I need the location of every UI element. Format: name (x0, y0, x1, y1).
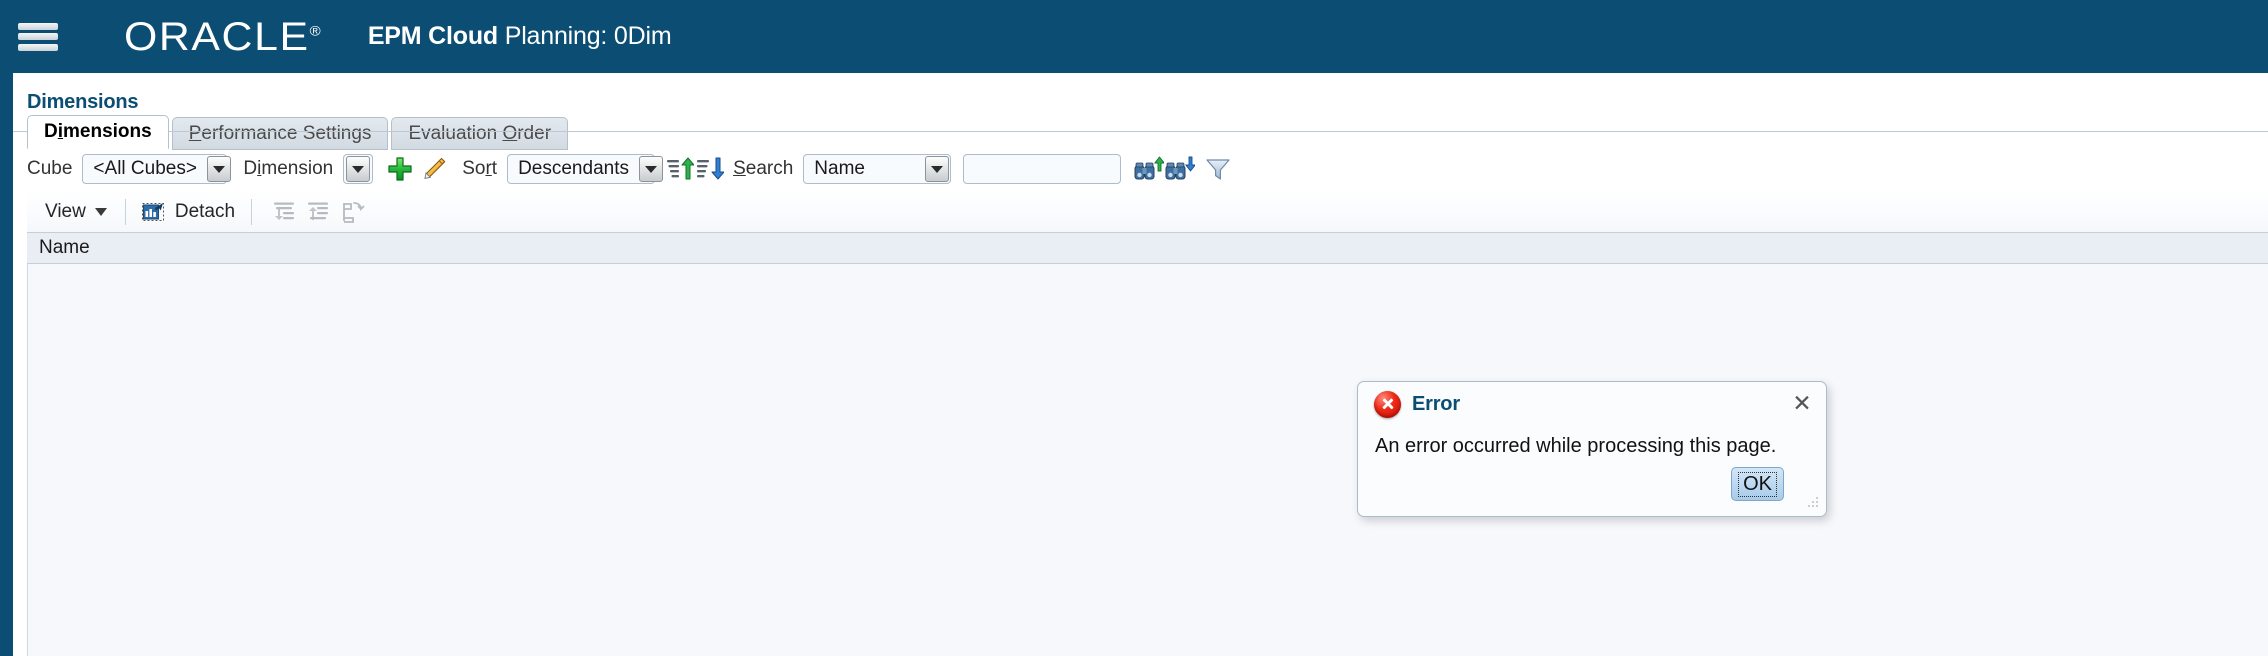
edit-pencil-icon[interactable] (420, 155, 448, 183)
registered-trademark-icon: ® (309, 22, 321, 39)
dialog-title: Error (1412, 392, 1460, 415)
filter-funnel-icon[interactable] (1204, 155, 1232, 183)
toolbar-separator (251, 198, 253, 225)
app-title: EPM Cloud Planning: 0Dim (368, 22, 672, 51)
tab-evaluation-order-label: Evaluation Order (408, 122, 552, 144)
filter-toolbar: Cube <All Cubes> Dimension Sort Descenda… (27, 149, 1232, 189)
global-header: ORACLE® EPM Cloud Planning: 0Dim (0, 0, 2268, 73)
chevron-down-icon (94, 207, 107, 216)
oracle-logo[interactable]: ORACLE® (124, 17, 321, 57)
column-header-name[interactable]: Name (27, 237, 90, 259)
search-field-value: Name (814, 158, 865, 179)
tab-evaluation-order[interactable]: Evaluation Order (391, 117, 569, 150)
detach-label: Detach (174, 200, 236, 222)
ok-button[interactable]: OK (1731, 467, 1784, 501)
error-dialog: Error ✕ An error occurred while processi… (1357, 381, 1827, 517)
dimension-label: Dimension (243, 158, 334, 179)
search-input[interactable] (963, 154, 1122, 184)
error-circle-icon (1374, 390, 1401, 418)
hamburger-bar (18, 43, 58, 51)
tab-dimensions[interactable]: Dimensions (27, 115, 169, 149)
view-menu-button[interactable]: View (27, 191, 121, 232)
toolbar-separator (124, 198, 126, 225)
find-next-binoculars-icon[interactable] (1165, 155, 1196, 183)
detach-button[interactable]: Detach (130, 191, 247, 232)
app-title-product: EPM Cloud (367, 22, 498, 50)
page-title: Dimensions (27, 91, 139, 113)
table-column-header-row: Name (27, 233, 2268, 264)
cube-label: Cube (27, 158, 73, 179)
cube-select-value: <All Cubes> (93, 158, 197, 179)
view-toolbar: View Detach (27, 191, 2268, 233)
search-label: Search (733, 158, 794, 179)
sort-ascending-icon[interactable] (666, 155, 695, 183)
chevron-down-icon (638, 156, 663, 182)
tab-performance-settings[interactable]: Performance Settings (171, 117, 389, 150)
cube-select[interactable]: <All Cubes> (82, 154, 231, 184)
hamburger-menu-icon[interactable] (16, 20, 60, 54)
find-previous-binoculars-icon[interactable] (1134, 155, 1165, 183)
dimension-select[interactable] (343, 154, 374, 184)
sort-select-value: Descendants (518, 158, 629, 179)
move-up-indent-icon (306, 199, 332, 225)
detach-chart-icon (141, 200, 166, 224)
tab-underline-divider (13, 131, 2268, 132)
tab-dimensions-label: Dimensions (44, 121, 152, 142)
table-body (27, 264, 2268, 656)
hamburger-bar (18, 22, 58, 30)
chevron-down-icon (346, 156, 371, 182)
sort-label: Sort (462, 158, 498, 179)
resize-grip-icon[interactable] (1804, 495, 1819, 510)
close-icon[interactable]: ✕ (1790, 391, 1814, 415)
ok-button-label: OK (1738, 471, 1777, 497)
left-rail (0, 73, 13, 656)
dialog-message: An error occurred while processing this … (1375, 435, 1777, 457)
sort-descending-icon[interactable] (696, 155, 725, 183)
app-title-context: Planning: 0Dim (497, 22, 672, 50)
view-menu-label: View (45, 200, 86, 222)
tabstrip: Dimensions Performance Settings Evaluati… (27, 115, 571, 150)
tab-performance-settings-label: Performance Settings (188, 122, 372, 144)
chevron-down-icon (206, 156, 231, 182)
oracle-wordmark: ORACLE (124, 14, 310, 59)
hamburger-bar (18, 33, 58, 40)
dialog-titlebar[interactable]: Error ✕ (1358, 382, 1826, 426)
search-field-select[interactable]: Name (803, 154, 952, 184)
change-parent-icon (340, 199, 366, 225)
add-plus-icon[interactable] (386, 155, 414, 183)
sort-select[interactable]: Descendants (507, 154, 663, 184)
chevron-down-icon (925, 156, 950, 182)
move-down-indent-icon (272, 199, 298, 225)
content-panel: Dimensions Dimensions Performance Settin… (13, 73, 2268, 656)
